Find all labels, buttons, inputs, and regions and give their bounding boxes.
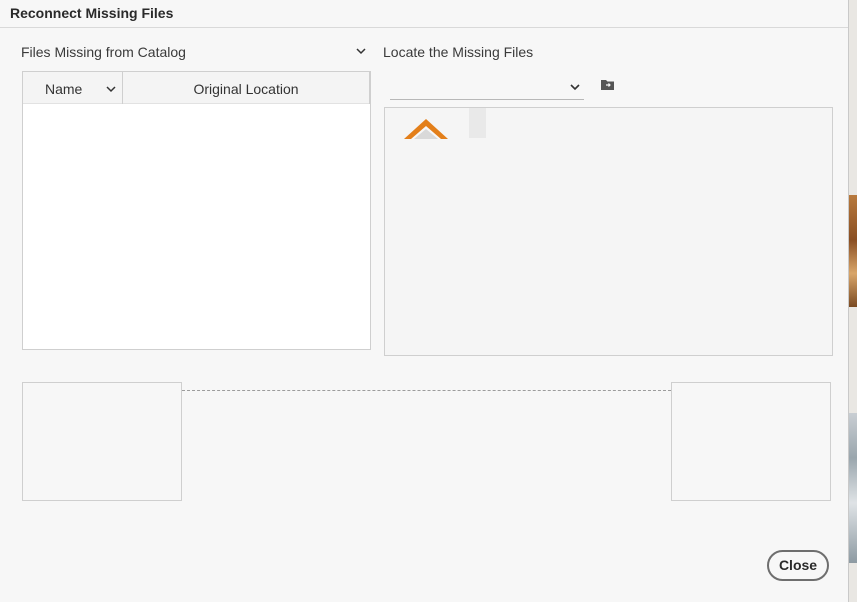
title-bar: Reconnect Missing Files (0, 0, 848, 28)
reconnect-dialog: Reconnect Missing Files Files Missing fr… (0, 0, 849, 602)
file-browser-pane[interactable] (384, 107, 833, 356)
chevron-down-icon[interactable] (104, 82, 118, 96)
folder-browse-icon[interactable] (600, 78, 616, 92)
photo-thumbnail-icon[interactable] (400, 115, 452, 139)
locate-files-label: Locate the Missing Files (383, 44, 534, 60)
candidate-preview-box (671, 382, 831, 501)
original-preview-box (22, 382, 182, 501)
missing-files-list[interactable]: Name Original Location (22, 71, 371, 350)
thumbnail-selection (469, 108, 486, 138)
list-header: Name Original Location (23, 72, 370, 104)
column-label: Original Location (193, 81, 299, 97)
background-thumbnail (849, 195, 857, 307)
folder-select[interactable] (390, 75, 584, 100)
background-thumbnail (849, 413, 857, 563)
chevron-down-icon (570, 84, 580, 91)
chevron-down-icon[interactable] (354, 44, 368, 58)
dialog-title: Reconnect Missing Files (10, 5, 174, 21)
preview-link-line (182, 390, 671, 391)
missing-files-label: Files Missing from Catalog (21, 44, 186, 60)
column-header-original-location[interactable]: Original Location (123, 72, 370, 104)
background-app-strip (849, 0, 857, 602)
column-header-name[interactable]: Name (23, 72, 123, 104)
close-button[interactable]: Close (767, 550, 829, 581)
column-label: Name (45, 81, 83, 97)
